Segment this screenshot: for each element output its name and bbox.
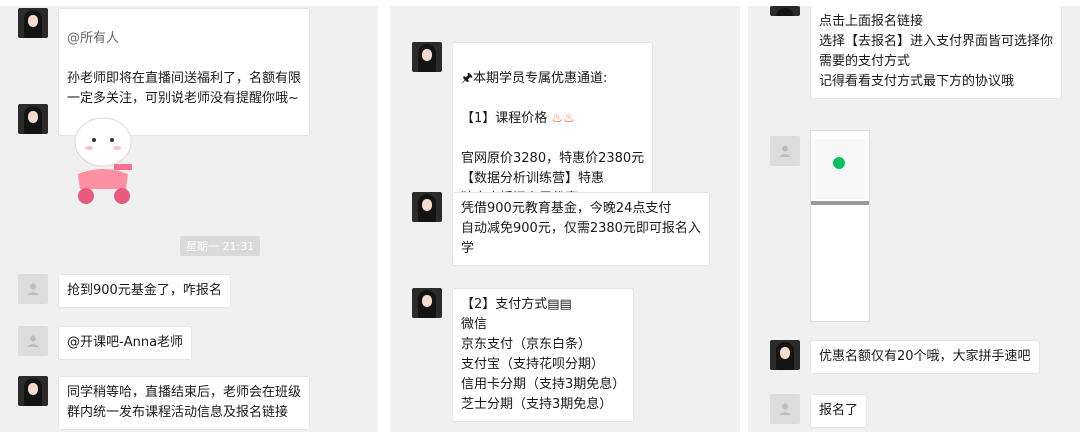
price-label: 【1】课程价格: [461, 111, 548, 126]
message-bubble: 优惠名额仅有20个哦，大家拼手速吧: [810, 340, 1040, 374]
message-row: [770, 130, 870, 322]
chat-panel-3: 点击上面报名链接 选择【去报名】进入支付界面皆可选择你 需要的支付方式 记得看看…: [748, 6, 1080, 432]
message-bubble: 凭借900元教育基金，今晚24点支付 自动减免900元，仅需2380元即可报名入…: [452, 192, 710, 266]
message-bubble: @开课吧-Anna老师: [58, 326, 193, 360]
message-text: 【2】支付方式▤▤ 微信 京东支付（京东白条） 支付宝（支持花呗分期） 信用卡分…: [461, 297, 626, 412]
success-check-icon: [833, 157, 845, 169]
message-bubble: 报名了: [810, 394, 868, 428]
mention-text: @所有人: [67, 31, 120, 46]
message-bubble: 抢到900元基金了，咋报名: [58, 274, 231, 308]
message-row: 报名了: [770, 394, 868, 428]
message-row: 凭借900元教育基金，今晚24点支付 自动减免900元，仅需2380元即可报名入…: [412, 192, 710, 266]
user-placeholder-icon: [779, 403, 791, 415]
message-row: 点击上面报名链接 选择【去报名】进入支付界面皆可选择你 需要的支付方式 记得看看…: [770, 6, 1063, 99]
message-row: 优惠名额仅有20个哦，大家拼手速吧: [770, 340, 1040, 374]
chat-panel-2: 🖈本期学员专属优惠通道: 【1】课程价格 ♨♨ 官网原价3280，特惠价2380…: [390, 6, 740, 432]
message-text: 点击上面报名链接 选择【去报名】进入支付界面皆可选择你 需要的支付方式 记得看看…: [819, 14, 1054, 89]
message-text: 同学稍等哈，直播结束后，老师会在班级 群内统一发布课程活动信息及报名链接: [67, 385, 302, 420]
message-text: 优惠名额仅有20个哦，大家拼手速吧: [819, 349, 1031, 364]
message-text: 报名了: [819, 403, 859, 418]
avatar[interactable]: [770, 136, 800, 166]
message-text: 孙老师即将在直播间送福利了，名额有限 一定多关注，可别说老师没有提醒你哦~: [67, 71, 302, 106]
avatar[interactable]: [770, 6, 800, 16]
avatar[interactable]: [18, 8, 48, 38]
message-text: 凭借900元教育基金，今晚24点支付 自动减免900元，仅需2380元即可报名入…: [461, 201, 701, 256]
user-placeholder-icon: [27, 283, 39, 295]
avatar[interactable]: [18, 376, 48, 406]
message-row: 抢到900元基金了，咋报名: [18, 274, 231, 308]
message-title: 🖈本期学员专属优惠通道:: [461, 71, 608, 86]
fire-icon: ♨♨: [547, 111, 575, 126]
avatar[interactable]: [18, 326, 48, 356]
message-row: @开课吧-Anna老师: [18, 326, 193, 360]
message-bubble: 【2】支付方式▤▤ 微信 京东支付（京东白条） 支付宝（支持花呗分期） 信用卡分…: [452, 288, 635, 422]
avatar[interactable]: [770, 340, 800, 370]
message-bubble: 同学稍等哈，直播结束后，老师会在班级 群内统一发布课程活动信息及报名链接: [58, 376, 311, 430]
message-bubble: 点击上面报名链接 选择【去报名】进入支付界面皆可选择你 需要的支付方式 记得看看…: [810, 6, 1063, 99]
avatar[interactable]: [18, 104, 48, 134]
avatar[interactable]: [412, 42, 442, 72]
message-text: @开课吧-Anna老师: [67, 335, 184, 350]
avatar[interactable]: [770, 394, 800, 424]
message-text: 抢到900元基金了，咋报名: [67, 283, 222, 298]
timestamp: 星期一 21:31: [180, 236, 261, 256]
avatar[interactable]: [412, 192, 442, 222]
message-row: [18, 104, 148, 218]
sticker-image: [58, 104, 148, 218]
user-placeholder-icon: [779, 145, 791, 157]
avatar[interactable]: [18, 274, 48, 304]
user-placeholder-icon: [27, 335, 39, 347]
avatar[interactable]: [412, 288, 442, 318]
message-row: 【2】支付方式▤▤ 微信 京东支付（京东白条） 支付宝（支持花呗分期） 信用卡分…: [412, 288, 635, 422]
screenshot-image[interactable]: [810, 130, 870, 322]
price-heading: 【1】课程价格 ♨♨: [461, 109, 644, 129]
chat-panel-1: @所有人 孙老师即将在直播间送福利了，名额有限 一定多关注，可别说老师没有提醒你…: [0, 6, 378, 432]
message-row: 同学稍等哈，直播结束后，老师会在班级 群内统一发布课程活动信息及报名链接: [18, 376, 311, 430]
